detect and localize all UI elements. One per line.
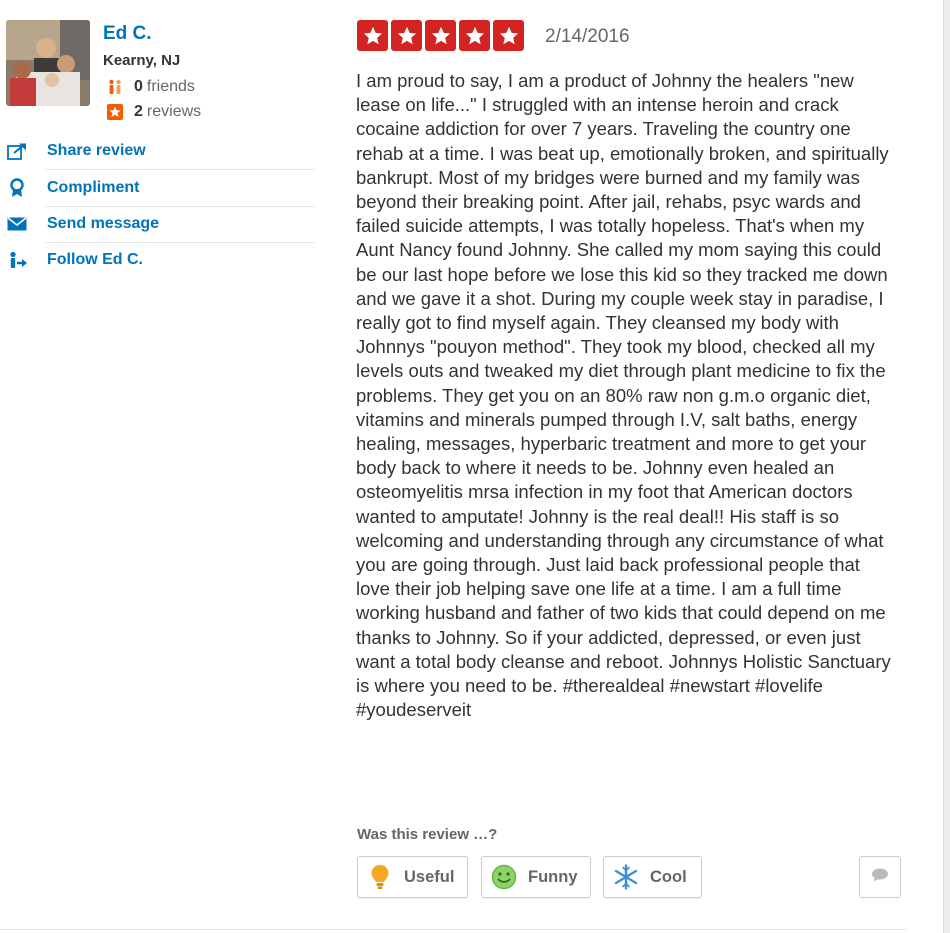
star-icon [357,20,388,51]
cool-label: Cool [650,867,687,886]
right-scroll-edge [943,0,950,933]
share-icon [6,141,28,161]
compliment-link[interactable]: Compliment [6,170,314,206]
user-name[interactable]: Ed C. [103,23,152,45]
avatar[interactable] [6,20,90,106]
review-text: I am proud to say, I am a product of Joh… [356,69,896,722]
smiley-icon [490,863,518,891]
comment-button[interactable] [859,856,901,898]
reviews-stat: 2 reviews [107,103,201,121]
friends-count: 0 [134,78,143,95]
star-icon [459,20,490,51]
follow-user-link[interactable]: Follow Ed C. [6,242,314,278]
follow-user-label: Follow Ed C. [47,251,143,268]
feedback-question: Was this review …? [357,826,498,843]
star-icon [425,20,456,51]
compliment-label: Compliment [47,179,140,196]
useful-label: Useful [404,867,455,886]
review-bottom-divider [0,929,906,930]
cool-button[interactable]: Cool [603,856,702,898]
share-review-link[interactable]: Share review [6,133,314,169]
star-icon [493,20,524,51]
reviews-label: reviews [146,103,202,120]
friends-icon [107,79,123,95]
friends-label: friends [146,78,195,95]
star-icon [391,20,422,51]
review-star-icon [107,104,123,120]
lightbulb-icon [366,863,394,891]
user-location: Kearny, NJ [103,52,181,69]
follow-icon [6,250,28,270]
funny-button[interactable]: Funny [481,856,591,898]
send-message-label: Send message [47,215,160,232]
review-paragraph: I am proud to say, I am a product of Joh… [356,70,891,721]
snowflake-icon [612,863,640,891]
share-review-label: Share review [47,142,146,159]
reviews-count: 2 [134,103,143,120]
envelope-icon [6,214,28,234]
friends-stat: 0 friends [107,78,195,96]
send-message-link[interactable]: Send message [6,206,314,242]
review-date: 2/14/2016 [545,26,630,47]
star-rating [357,20,527,51]
funny-label: Funny [528,867,578,886]
useful-button[interactable]: Useful [357,856,468,898]
compliment-icon [6,178,28,198]
speech-bubble-icon [871,868,889,887]
